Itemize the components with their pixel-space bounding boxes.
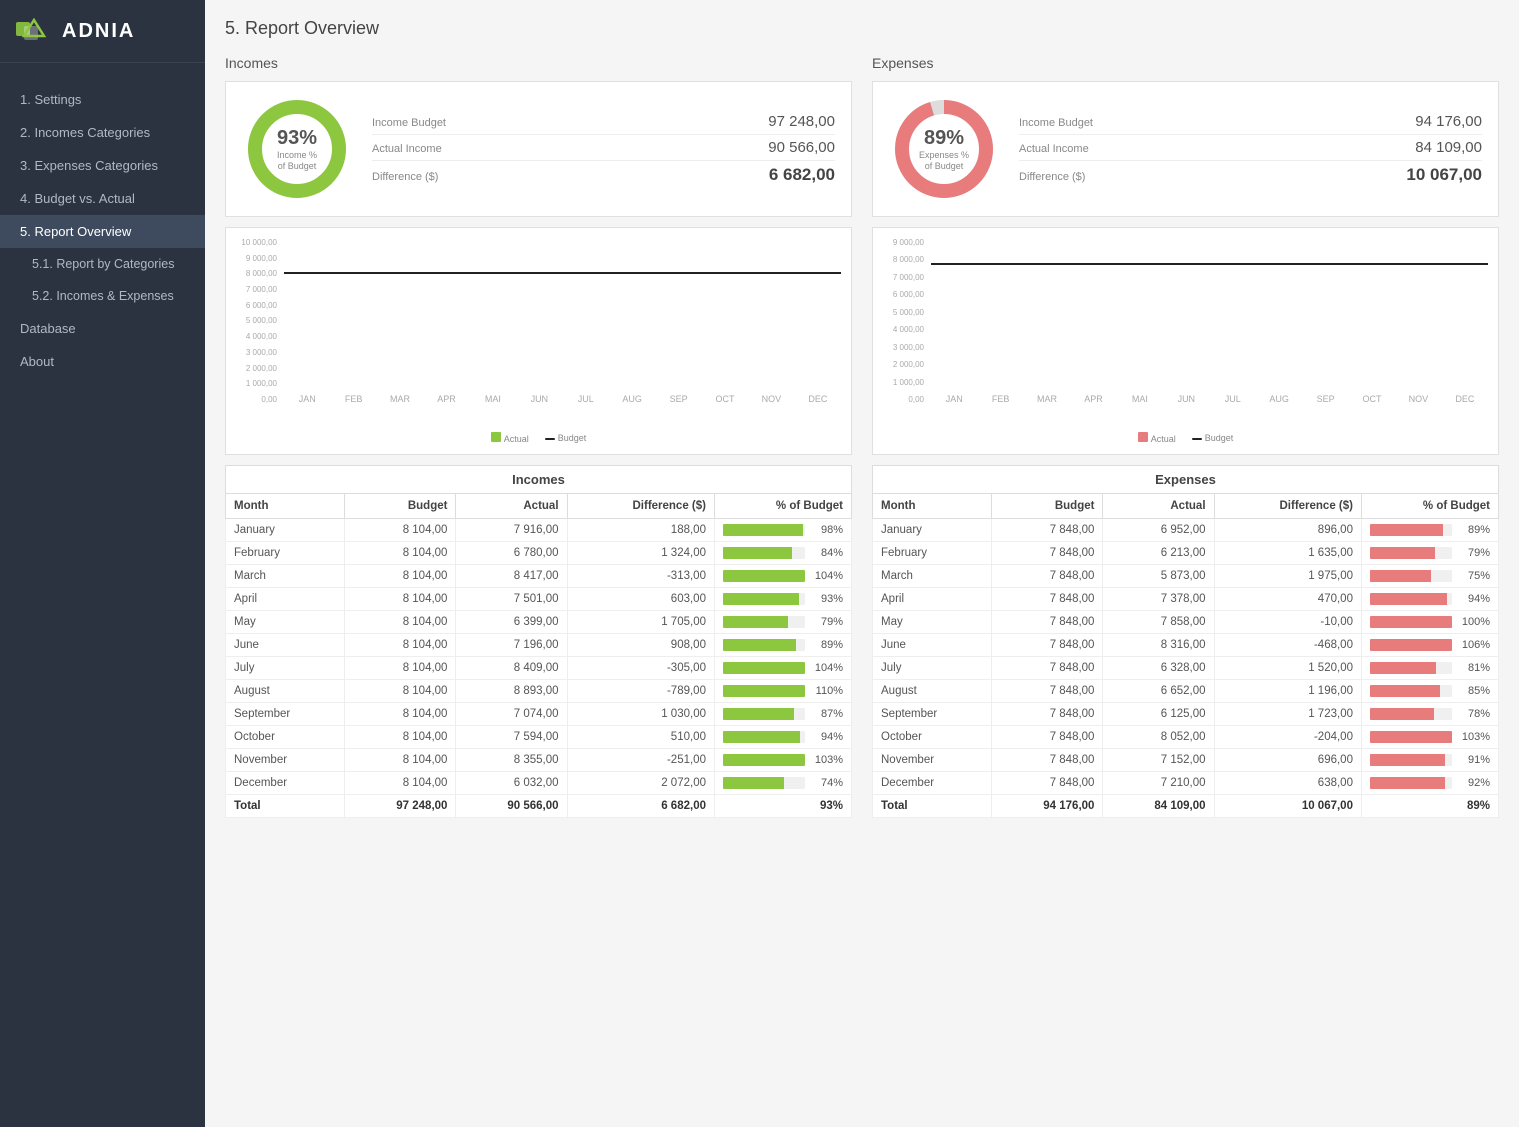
incomes-section-title: Incomes <box>225 55 852 71</box>
incomes-col-header: Difference ($) <box>567 494 714 519</box>
expenses-stat-budget: Income Budget 94 176,00 <box>1019 109 1482 135</box>
expenses-chart: 9 000,00 8 000,00 7 000,00 6 000,00 5 00… <box>872 227 1499 455</box>
incomes-col-header: Month <box>226 494 345 519</box>
table-row: March7 848,005 873,001 975,0075% <box>873 565 1499 588</box>
table-row: November7 848,007 152,00696,0091% <box>873 749 1499 772</box>
incomes-column: Incomes 93% Income % of Budget <box>225 55 852 818</box>
incomes-bars-area <box>284 242 841 392</box>
table-row: November8 104,008 355,00-251,00103% <box>226 749 852 772</box>
table-row: April7 848,007 378,00470,0094% <box>873 588 1499 611</box>
table-row: December8 104,006 032,002 072,0074% <box>226 772 852 795</box>
sidebar-item-report-categories[interactable]: 5.1. Report by Categories <box>0 248 205 280</box>
expenses-col-header: Actual <box>1103 494 1214 519</box>
table-row: February8 104,006 780,001 324,0084% <box>226 542 852 565</box>
expenses-legend: Actual Budget <box>883 432 1488 444</box>
incomes-col-header: Budget <box>345 494 456 519</box>
sidebar-item-settings[interactable]: 1. Settings <box>0 83 205 116</box>
logo-text: ADNIA <box>62 20 135 43</box>
incomes-stat-diff: Difference ($) 6 682,00 <box>372 161 835 189</box>
incomes-col-header: Actual <box>456 494 567 519</box>
table-row: January8 104,007 916,00188,0098% <box>226 519 852 542</box>
expenses-col-header: % of Budget <box>1361 494 1498 519</box>
sidebar-item-about[interactable]: About <box>0 345 205 378</box>
table-row: September8 104,007 074,001 030,0087% <box>226 703 852 726</box>
incomes-col-header: % of Budget <box>714 494 851 519</box>
table-row: Total97 248,0090 566,006 682,0093% <box>226 795 852 818</box>
expenses-bars-area <box>931 242 1488 392</box>
incomes-stat-actual: Actual Income 90 566,00 <box>372 135 835 161</box>
incomes-yaxis: 10 000,00 9 000,00 8 000,00 7 000,00 6 0… <box>236 238 280 404</box>
expenses-stat-actual: Actual Income 84 109,00 <box>1019 135 1482 161</box>
two-col-layout: Incomes 93% Income % of Budget <box>225 55 1499 818</box>
sidebar-nav: 1. Settings 2. Incomes Categories 3. Exp… <box>0 63 205 1127</box>
table-row: August8 104,008 893,00-789,00110% <box>226 680 852 703</box>
logo: ADNIA <box>0 0 205 63</box>
table-row: July8 104,008 409,00-305,00104% <box>226 657 852 680</box>
incomes-table-title: Incomes <box>226 466 852 494</box>
expenses-column: Expenses 89% Expenses % of Budget <box>872 55 1499 818</box>
incomes-table: Incomes MonthBudgetActualDifference ($)%… <box>225 465 852 818</box>
expenses-col-header: Budget <box>992 494 1103 519</box>
table-row: May8 104,006 399,001 705,0079% <box>226 611 852 634</box>
sidebar-item-budget-actual[interactable]: 4. Budget vs. Actual <box>0 182 205 215</box>
table-row: March8 104,008 417,00-313,00104% <box>226 565 852 588</box>
table-row: June8 104,007 196,00908,0089% <box>226 634 852 657</box>
sidebar: ADNIA 1. Settings 2. Incomes Categories … <box>0 0 205 1127</box>
expenses-table: Expenses MonthBudgetActualDifference ($)… <box>872 465 1499 818</box>
sidebar-item-incomes-cat[interactable]: 2. Incomes Categories <box>0 116 205 149</box>
expenses-donut: 89% Expenses % of Budget <box>889 94 999 204</box>
incomes-legend: Actual Budget <box>236 432 841 444</box>
table-row: Total94 176,0084 109,0010 067,0089% <box>873 795 1499 818</box>
expenses-stats: Income Budget 94 176,00 Actual Income 84… <box>1019 109 1482 189</box>
table-row: August7 848,006 652,001 196,0085% <box>873 680 1499 703</box>
table-row: April8 104,007 501,00603,0093% <box>226 588 852 611</box>
table-row: July7 848,006 328,001 520,0081% <box>873 657 1499 680</box>
sidebar-item-expenses-cat[interactable]: 3. Expenses Categories <box>0 149 205 182</box>
table-row: February7 848,006 213,001 635,0079% <box>873 542 1499 565</box>
table-row: October7 848,008 052,00-204,00103% <box>873 726 1499 749</box>
table-row: June7 848,008 316,00-468,00106% <box>873 634 1499 657</box>
expenses-section-title: Expenses <box>872 55 1499 71</box>
incomes-donut-label: 93% Income % of Budget <box>277 126 317 172</box>
expenses-col-header: Month <box>873 494 992 519</box>
sidebar-item-report-overview[interactable]: 5. Report Overview <box>0 215 205 248</box>
expenses-col-header: Difference ($) <box>1214 494 1361 519</box>
expenses-stat-diff: Difference ($) 10 067,00 <box>1019 161 1482 189</box>
incomes-summary-card: 93% Income % of Budget Income Budget 97 … <box>225 81 852 217</box>
expenses-donut-label: 89% Expenses % of Budget <box>919 126 969 172</box>
expenses-summary-card: 89% Expenses % of Budget Income Budget 9… <box>872 81 1499 217</box>
table-row: October8 104,007 594,00510,0094% <box>226 726 852 749</box>
incomes-stats: Income Budget 97 248,00 Actual Income 90… <box>372 109 835 189</box>
page-title: 5. Report Overview <box>225 18 1499 39</box>
incomes-chart: 10 000,00 9 000,00 8 000,00 7 000,00 6 0… <box>225 227 852 455</box>
sidebar-item-incomes-expenses[interactable]: 5.2. Incomes & Expenses <box>0 280 205 312</box>
main-content: 5. Report Overview Incomes 93% Income % … <box>205 0 1519 1127</box>
expenses-table-title: Expenses <box>873 466 1499 494</box>
incomes-stat-budget: Income Budget 97 248,00 <box>372 109 835 135</box>
table-row: January7 848,006 952,00896,0089% <box>873 519 1499 542</box>
logo-icon <box>16 18 52 44</box>
sidebar-item-database[interactable]: Database <box>0 312 205 345</box>
table-row: September7 848,006 125,001 723,0078% <box>873 703 1499 726</box>
table-row: December7 848,007 210,00638,0092% <box>873 772 1499 795</box>
incomes-donut: 93% Income % of Budget <box>242 94 352 204</box>
table-row: May7 848,007 858,00-10,00100% <box>873 611 1499 634</box>
